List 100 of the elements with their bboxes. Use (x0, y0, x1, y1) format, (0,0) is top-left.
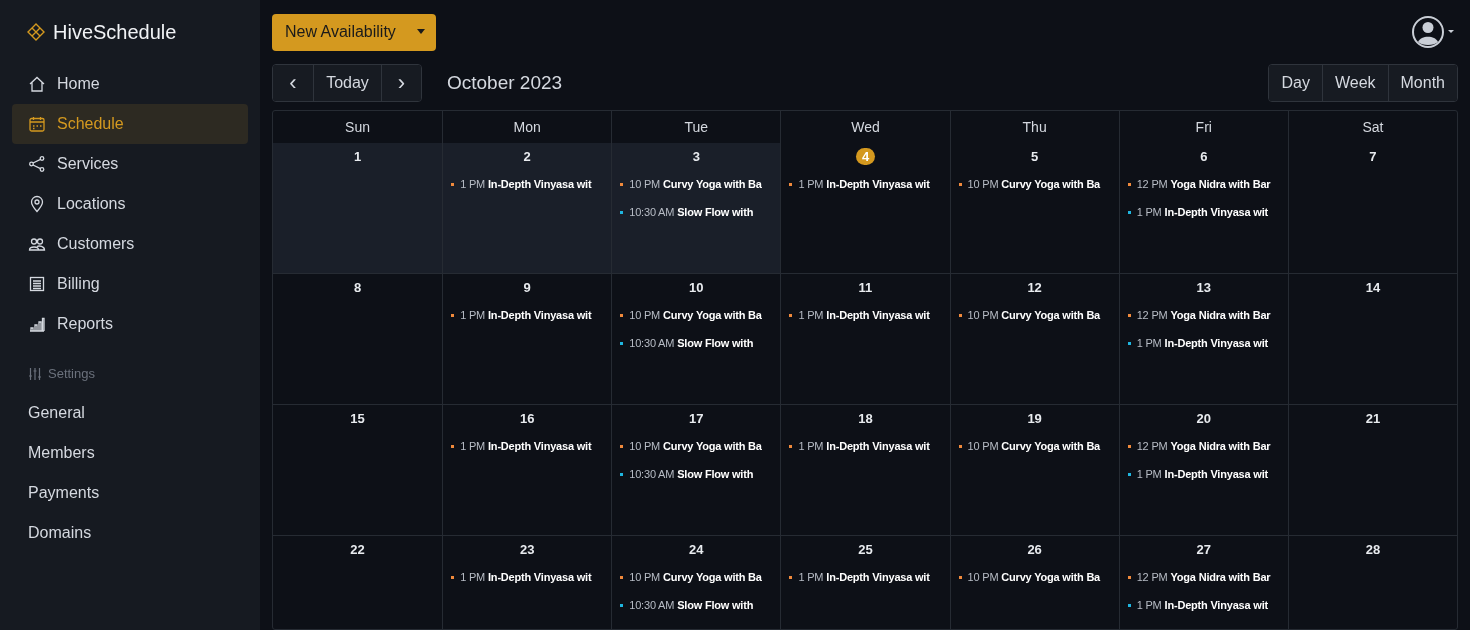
day-cell[interactable]: 9 1 PM In-Depth Vinyasa wit (442, 274, 612, 404)
user-avatar-icon[interactable] (1412, 15, 1456, 49)
view-tab[interactable]: Week (1321, 65, 1388, 101)
event-item[interactable]: 1 PM In-Depth Vinyasa wit (443, 563, 612, 591)
home-icon (28, 75, 46, 93)
day-cell[interactable]: 21 (1287, 405, 1457, 535)
event-item[interactable]: 1 PM In-Depth Vinyasa wit (443, 432, 612, 460)
day-cell[interactable]: 27 12 PM Yoga Nidra with Bar 1 PM In-Depth Vinyasa wit (1118, 536, 1288, 629)
date-number: 20 (1195, 410, 1212, 427)
day-cell[interactable]: 7 (1287, 143, 1457, 273)
event-item[interactable]: 1 PM In-Depth Vinyasa wit (781, 170, 950, 198)
sidebar-item[interactable]: Locations (12, 184, 248, 224)
day-cell[interactable]: 15 (273, 405, 443, 535)
event-item[interactable]: 1 PM In-Depth Vinyasa wit (443, 301, 612, 329)
new-availability-button[interactable]: New Availability (272, 13, 436, 51)
event-item[interactable]: 10:30 AM Slow Flow with (612, 198, 781, 226)
day-cell[interactable]: 8 (273, 274, 443, 404)
event-item[interactable]: 10 PM Curvy Yoga with Ba (950, 170, 1119, 198)
day-cell[interactable]: 26 10 PM Curvy Yoga with Ba (949, 536, 1119, 629)
app-name: HiveSchedule (53, 20, 177, 44)
sidebar-item[interactable]: Billing (12, 264, 248, 304)
day-cell[interactable]: 6 12 PM Yoga Nidra with Bar 1 PM In-Depth Vinyasa wit (1118, 143, 1288, 273)
location-pin-icon (28, 195, 46, 213)
event-item[interactable]: 1 PM In-Depth Vinyasa wit (1119, 329, 1288, 357)
day-cell[interactable]: 10 10 PM Curvy Yoga with Ba 10:30 AM Slow Flow with (611, 274, 781, 404)
day-cell[interactable]: 4 1 PM In-Depth Vinyasa wit (780, 143, 950, 273)
event-item[interactable]: 1 PM In-Depth Vinyasa wit (1119, 591, 1288, 619)
date-number: 11 (857, 279, 874, 296)
weekday-header: Tue (684, 119, 709, 135)
date-number: 9 (522, 279, 532, 296)
sidebar-item[interactable]: Reports (12, 304, 248, 344)
today-date-badge: 4 (855, 148, 876, 165)
day-cell[interactable]: 22 (273, 536, 443, 629)
view-tab[interactable]: Day (1269, 65, 1322, 101)
event-item[interactable]: 1 PM In-Depth Vinyasa wit (781, 301, 950, 329)
date-number: 27 (1195, 541, 1212, 558)
document-icon (28, 275, 46, 293)
sidebar-item[interactable]: Customers (12, 224, 248, 264)
event-item[interactable]: 10 PM Curvy Yoga with Ba (950, 432, 1119, 460)
day-cell[interactable]: 28 (1287, 536, 1457, 629)
event-item[interactable]: 10 PM Curvy Yoga with Ba (612, 170, 781, 198)
day-cell[interactable]: 14 (1287, 274, 1457, 404)
event-item[interactable]: 10 PM Curvy Yoga with Ba (950, 563, 1119, 591)
day-cell[interactable]: 3 10 PM Curvy Yoga with Ba 10:30 AM Slow Flow with (611, 143, 781, 273)
today-button[interactable]: Today (313, 65, 381, 101)
date-number: 5 (1030, 148, 1040, 165)
event-item[interactable]: 12 PM Yoga Nidra with Bar (1119, 563, 1288, 591)
date-number: 18 (857, 410, 874, 427)
event-item[interactable]: 10 PM Curvy Yoga with Ba (950, 301, 1119, 329)
event-item[interactable]: 12 PM Yoga Nidra with Bar (1119, 301, 1288, 329)
day-cell[interactable]: 19 10 PM Curvy Yoga with Ba (949, 405, 1119, 535)
people-icon (28, 235, 46, 253)
sidebar-item[interactable]: General (12, 393, 248, 433)
day-cell[interactable]: 11 1 PM In-Depth Vinyasa wit (780, 274, 950, 404)
sidebar-item[interactable]: Schedule (12, 104, 248, 144)
event-item[interactable]: 1 PM In-Depth Vinyasa wit (1119, 460, 1288, 488)
sidebar-item[interactable]: Services (12, 144, 248, 184)
weekday-header: Thu (1022, 119, 1047, 135)
day-cell[interactable]: 18 1 PM In-Depth Vinyasa wit (780, 405, 950, 535)
day-cell[interactable]: 20 12 PM Yoga Nidra with Bar 1 PM In-Depth Vinyasa wit (1118, 405, 1288, 535)
previous-button[interactable]: ‹ (273, 65, 313, 101)
day-cell[interactable]: 12 10 PM Curvy Yoga with Ba (949, 274, 1119, 404)
day-cell[interactable]: 24 10 PM Curvy Yoga with Ba 10:30 AM Slow Flow with (611, 536, 781, 629)
date-number: 13 (1195, 279, 1212, 296)
day-cell[interactable]: 16 1 PM In-Depth Vinyasa wit (442, 405, 612, 535)
event-item[interactable]: 1 PM In-Depth Vinyasa wit (781, 432, 950, 460)
sidebar-item[interactable]: Members (12, 433, 248, 473)
share-icon (28, 155, 46, 173)
day-cell[interactable]: 5 10 PM Curvy Yoga with Ba (949, 143, 1119, 273)
calendar-icon (28, 115, 46, 133)
next-button[interactable]: › (381, 65, 421, 101)
date-number: 1 (352, 148, 363, 165)
event-item[interactable]: 1 PM In-Depth Vinyasa wit (1119, 198, 1288, 226)
event-item[interactable]: 10:30 AM Slow Flow with (612, 329, 781, 357)
sidebar-item[interactable]: Domains (12, 513, 248, 553)
weekday-header: Wed (851, 119, 880, 135)
event-item[interactable]: 10 PM Curvy Yoga with Ba (612, 301, 781, 329)
date-number: 10 (688, 279, 705, 296)
day-cell[interactable]: 25 1 PM In-Depth Vinyasa wit (780, 536, 950, 629)
bar-chart-icon (28, 315, 46, 333)
date-number: 21 (1364, 410, 1382, 427)
event-item[interactable]: 10 PM Curvy Yoga with Ba (612, 432, 781, 460)
event-item[interactable]: 10 PM Curvy Yoga with Ba (612, 563, 781, 591)
sidebar-item[interactable]: Home (12, 64, 248, 104)
event-item[interactable]: 10:30 AM Slow Flow with (612, 591, 781, 619)
event-item[interactable]: 12 PM Yoga Nidra with Bar (1119, 432, 1288, 460)
event-item[interactable]: 1 PM In-Depth Vinyasa wit (443, 170, 612, 198)
date-number: 28 (1364, 541, 1382, 558)
day-cell[interactable]: 17 10 PM Curvy Yoga with Ba 10:30 AM Slow Flow with (611, 405, 781, 535)
day-cell[interactable]: 23 1 PM In-Depth Vinyasa wit (442, 536, 612, 629)
day-cell[interactable]: 13 12 PM Yoga Nidra with Bar 1 PM In-Depth Vinyasa wit (1118, 274, 1288, 404)
event-item[interactable]: 10:30 AM Slow Flow with (612, 460, 781, 488)
view-tab[interactable]: Month (1387, 65, 1457, 101)
weekday-header: Sat (1362, 119, 1384, 135)
sidebar-item[interactable]: Payments (12, 473, 248, 513)
caret-icon[interactable] (415, 29, 426, 35)
event-item[interactable]: 12 PM Yoga Nidra with Bar (1119, 170, 1288, 198)
day-cell[interactable]: 2 1 PM In-Depth Vinyasa wit (442, 143, 612, 273)
day-cell[interactable]: 1 (273, 143, 443, 273)
event-item[interactable]: 1 PM In-Depth Vinyasa wit (781, 563, 950, 591)
